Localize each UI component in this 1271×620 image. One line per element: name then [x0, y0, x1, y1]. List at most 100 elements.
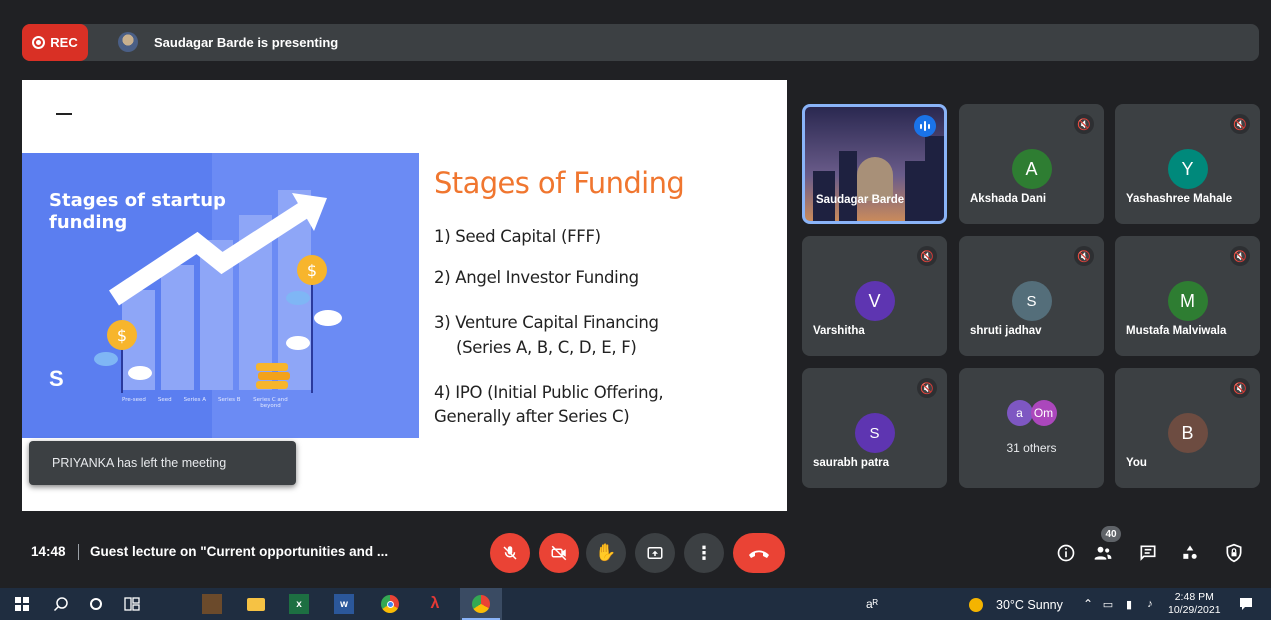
participant-avatar: Om: [1030, 400, 1057, 426]
stage-labels: Pre-seed Seed Series A Series B Series C…: [122, 397, 288, 409]
slide-dash: [56, 113, 72, 115]
participant-avatar: S: [854, 413, 895, 453]
record-icon: [32, 36, 46, 49]
leave-call-button[interactable]: [733, 533, 785, 573]
participant-tile[interactable]: 🔇 S shruti jadhav: [959, 236, 1104, 356]
host-controls-button[interactable]: [1222, 541, 1246, 565]
slide-heading: Stages of Funding: [434, 166, 685, 200]
people-icon: [1094, 546, 1112, 560]
minecraft-app-icon[interactable]: [202, 594, 222, 614]
participant-tile-presenter[interactable]: Saudagar Barde: [802, 104, 947, 224]
recording-badge[interactable]: REC: [22, 24, 88, 61]
slide-item: 4) IPO (Initial Public Offering,: [434, 383, 664, 402]
participant-avatar: V: [854, 281, 895, 321]
presenter-avatar: [118, 32, 138, 52]
chrome-icon: [381, 595, 399, 613]
meeting-time: 14:48: [31, 544, 66, 559]
participant-avatar: a: [1006, 400, 1033, 426]
raise-hand-button[interactable]: ✋: [586, 533, 626, 573]
shield-lock-icon: [1226, 543, 1242, 563]
search-button[interactable]: [51, 594, 71, 614]
camera-off-icon: [551, 545, 567, 561]
cortana-button[interactable]: [86, 594, 106, 614]
cortana-icon: [90, 598, 102, 610]
mic-off-icon: 🔇: [1230, 246, 1250, 266]
meeting-details-button[interactable]: [1054, 541, 1078, 565]
weather-text[interactable]: 30°C Sunny: [996, 598, 1063, 612]
participant-tile[interactable]: 🔇 S saurabh patra: [802, 368, 947, 488]
acrobat-app-icon[interactable]: λ: [425, 594, 445, 614]
battery-icon[interactable]: ▮: [1119, 594, 1139, 614]
excel-app-icon[interactable]: x: [289, 594, 309, 614]
chrome-icon: [472, 595, 490, 613]
camera-toggle-button[interactable]: [539, 533, 579, 573]
slide-item: (Series A, B, C, D, E, F): [456, 338, 637, 357]
people-icon: aᴿ: [865, 597, 879, 611]
mic-off-icon: 🔇: [1074, 246, 1094, 266]
participant-avatar: M: [1167, 281, 1208, 321]
participant-avatar: S: [1011, 281, 1052, 321]
task-view-button[interactable]: [122, 594, 142, 614]
rec-label: REC: [50, 35, 78, 50]
microphone-toggle-button[interactable]: [490, 533, 530, 573]
mic-off-icon: 🔇: [1230, 378, 1250, 398]
participant-name: Saudagar Barde: [816, 194, 905, 206]
file-explorer-button[interactable]: [246, 594, 266, 614]
meeting-title: Guest lecture on "Current opportunities …: [90, 544, 389, 559]
participant-tile[interactable]: 🔇 Y Yashashree Mahale: [1115, 104, 1260, 224]
word-app-icon[interactable]: w: [334, 594, 354, 614]
others-count: 31 others: [1006, 441, 1057, 455]
present-screen-button[interactable]: [635, 533, 675, 573]
svg-text:$: $: [307, 261, 317, 280]
participant-avatar: B: [1167, 413, 1208, 453]
participant-name: shruti jadhav: [970, 325, 1042, 337]
present-icon: [647, 547, 663, 559]
pdf-icon: λ: [430, 595, 440, 612]
participant-name: Mustafa Malviwala: [1126, 325, 1227, 337]
taskbar-clock[interactable]: 2:48 PM 10/29/2021: [1168, 591, 1221, 617]
search-icon: [53, 597, 68, 612]
participant-avatar: A: [1011, 149, 1052, 189]
volume-icon[interactable]: ♪: [1140, 594, 1160, 614]
more-options-button[interactable]: ⋮: [684, 533, 724, 573]
active-chrome-app-icon[interactable]: [460, 588, 502, 620]
participant-name: saurabh patra: [813, 457, 890, 469]
mic-off-icon: 🔇: [917, 246, 937, 266]
slide-illustration: Stages of startup funding $ $ S Pre-seed…: [22, 153, 419, 438]
activities-button[interactable]: [1178, 541, 1202, 565]
shapes-icon: [1183, 545, 1197, 559]
people-taskbar-button[interactable]: aᴿ: [862, 594, 882, 614]
mic-off-icon: 🔇: [1074, 114, 1094, 134]
mic-off-icon: 🔇: [917, 378, 937, 398]
participant-tile[interactable]: 🔇 M Mustafa Malviwala: [1115, 236, 1260, 356]
participant-tile[interactable]: 🔇 A Akshada Dani: [959, 104, 1104, 224]
action-center-icon: [1240, 598, 1252, 610]
participant-name: Akshada Dani: [970, 193, 1047, 205]
hand-icon: ✋: [595, 543, 617, 562]
network-icon[interactable]: ▭: [1098, 594, 1118, 614]
mic-off-icon: [503, 546, 517, 560]
chrome-app-icon[interactable]: [380, 594, 400, 614]
weather-sun-icon: [969, 598, 983, 612]
others-avatars: a Om: [1006, 400, 1057, 426]
participant-avatar: Y: [1167, 149, 1208, 189]
others-tile[interactable]: a Om 31 others: [959, 368, 1104, 488]
slide-item: 1) Seed Capital (FFF): [434, 227, 601, 246]
system-tray-chevron-icon[interactable]: ⌃: [1078, 594, 1098, 614]
notifications-button[interactable]: [1236, 594, 1256, 614]
slide-item: Generally after Series C): [434, 407, 630, 426]
speaking-indicator-icon: [914, 115, 936, 137]
more-vert-icon: ⋮: [695, 542, 713, 563]
hang-up-icon: [749, 550, 769, 558]
svg-text:$: $: [117, 326, 127, 345]
windows-start-button[interactable]: [12, 594, 32, 614]
participant-tile[interactable]: 🔇 V Varshitha: [802, 236, 947, 356]
growth-arrow-graphic: $ $: [94, 193, 342, 393]
participant-tile-self[interactable]: 🔇 B You: [1115, 368, 1260, 488]
task-view-icon: [124, 597, 140, 611]
people-button[interactable]: [1091, 541, 1115, 565]
chat-button[interactable]: [1136, 541, 1160, 565]
participant-count-badge: 40: [1101, 526, 1121, 542]
windows-logo-icon: [15, 597, 29, 611]
info-icon: [1057, 544, 1075, 562]
